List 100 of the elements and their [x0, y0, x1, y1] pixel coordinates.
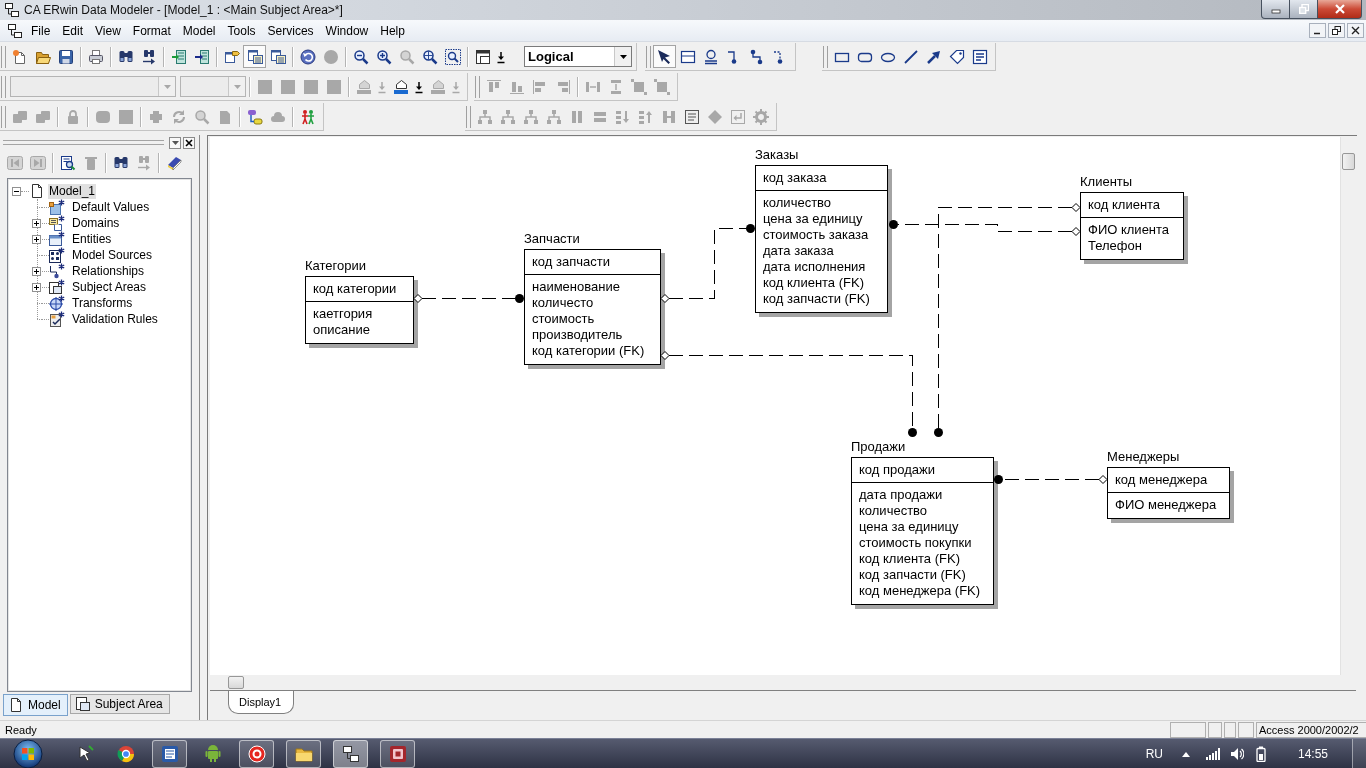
restore-button[interactable] [1290, 0, 1318, 19]
attribute: ФИО клиента [1088, 222, 1171, 238]
square-icon [256, 78, 273, 95]
skip-forward-icon [29, 155, 46, 171]
attribute: стоимость покупки [859, 535, 973, 551]
menu-item[interactable]: Help [374, 21, 411, 40]
table-icon [679, 48, 696, 65]
tree-item[interactable]: Model Sources [71, 247, 154, 263]
tree-item[interactable]: Relationships [71, 263, 146, 279]
key-attribute: код менеджера [1115, 472, 1209, 488]
attribute: цена за единицу [859, 519, 960, 535]
toolbar-grip[interactable] [1, 45, 6, 68]
close-icon [1333, 4, 1346, 14]
menu-item[interactable]: File [25, 21, 57, 40]
entity-name: Категории [305, 258, 366, 274]
battery-icon[interactable] [1255, 745, 1266, 762]
connected-boxes-icon[interactable] [7, 22, 23, 39]
menu-item[interactable]: Format [126, 21, 177, 40]
close-button[interactable] [183, 136, 195, 149]
stacked-squares-icon [34, 108, 51, 125]
diagram-boxes-icon [340, 743, 361, 764]
speaker-icon[interactable] [1229, 746, 1244, 761]
attribute: стоимость [532, 311, 596, 327]
toolbar-grip[interactable] [1, 105, 6, 128]
toolbar-button[interactable] [243, 45, 266, 68]
plus-box-icon[interactable] [32, 282, 41, 292]
language-indicator[interactable]: RU [1145, 746, 1163, 761]
panel-tab[interactable]: Subject Area [69, 694, 170, 714]
toolbar-grip[interactable] [466, 105, 471, 128]
tree-item[interactable]: Subject Areas [71, 279, 148, 295]
zoom-frame-icon [444, 48, 461, 65]
minimize-button[interactable] [1309, 23, 1326, 38]
menu-item[interactable]: Services [261, 21, 320, 40]
save-icon [57, 48, 74, 65]
tile-asterisk-icon [49, 199, 65, 215]
display-tab[interactable]: Display1 [228, 691, 295, 714]
toolbar-grip[interactable] [1, 75, 6, 98]
signal-bars-icon[interactable] [1205, 747, 1220, 760]
document-lines-icon [683, 108, 700, 125]
scrollbar-thumb[interactable] [228, 676, 244, 689]
minimize-button[interactable] [1261, 0, 1290, 19]
tree-item[interactable]: Validation Rules [71, 311, 159, 327]
caret-icon [233, 84, 241, 89]
tree-item[interactable]: Default Values [71, 199, 151, 215]
tree-item[interactable]: Domains [71, 215, 121, 231]
attribute: дата исполнения [763, 259, 867, 275]
entity-name: Запчасти [524, 231, 580, 247]
window-list-icon [269, 48, 286, 65]
close-button[interactable] [1318, 0, 1362, 19]
connected-boxes-icon[interactable] [4, 2, 20, 18]
minus-box-icon[interactable] [12, 186, 21, 196]
scrollbar-thumb[interactable] [1342, 153, 1355, 170]
tree-item[interactable]: Transforms [71, 295, 134, 311]
magnifier-icon [398, 48, 415, 65]
close-button[interactable] [1347, 23, 1364, 38]
plus-box-icon[interactable] [32, 218, 41, 228]
tree-item[interactable]: Entities [71, 231, 113, 247]
attribute: каетгория [313, 306, 374, 322]
book-icon [165, 155, 182, 171]
plus-box-icon[interactable] [32, 266, 41, 276]
menu-item[interactable]: Model [176, 21, 222, 40]
stacked-squares-icon [11, 108, 28, 125]
attribute: код клиента (FK) [859, 551, 961, 567]
dropdown-field[interactable]: Logical [524, 46, 632, 67]
menu-item[interactable]: Tools [221, 21, 262, 40]
h-shape-icon [660, 108, 677, 125]
toolbar-grip[interactable] [646, 45, 651, 68]
menu-item[interactable]: Edit [56, 21, 90, 40]
square-icon [279, 78, 296, 95]
entity-name: Продажи [851, 439, 906, 455]
taskbar-button[interactable] [333, 739, 368, 768]
circle-lines-icon [702, 48, 719, 65]
taskbar-button[interactable] [239, 739, 274, 768]
toolbar-grip[interactable] [823, 45, 828, 68]
toolbar-grip[interactable] [475, 75, 480, 98]
dropdown-button[interactable] [169, 136, 181, 149]
window-icon [474, 48, 491, 65]
attribute: цена за единицу [763, 211, 864, 227]
attribute: код категории (FK) [532, 343, 646, 359]
toolbar-button[interactable] [653, 45, 676, 68]
magnifier-icon [193, 108, 210, 125]
show-desktop-button[interactable] [1352, 738, 1366, 768]
plus-box-icon[interactable] [32, 234, 41, 244]
menu-item[interactable]: View [89, 21, 127, 40]
caret-icon [171, 140, 179, 145]
tree-item[interactable]: Model_1 [48, 183, 97, 199]
panel-tab[interactable]: Model [3, 694, 68, 716]
entity-name: Заказы [755, 147, 799, 163]
print-icon [87, 48, 104, 65]
orb-icon [13, 738, 43, 768]
clock[interactable]: 14:55 [1297, 746, 1328, 761]
connector-asterisk-icon [49, 263, 65, 279]
panel-grip[interactable] [3, 140, 164, 145]
square-icon [325, 78, 342, 95]
taskbar-button[interactable] [152, 739, 187, 768]
windows-asterisk-icon [49, 279, 65, 295]
menu-item[interactable]: Window [319, 21, 375, 40]
attribute: количество [859, 503, 929, 519]
restore-button[interactable] [1328, 23, 1345, 38]
taskbar-button[interactable] [286, 739, 321, 768]
